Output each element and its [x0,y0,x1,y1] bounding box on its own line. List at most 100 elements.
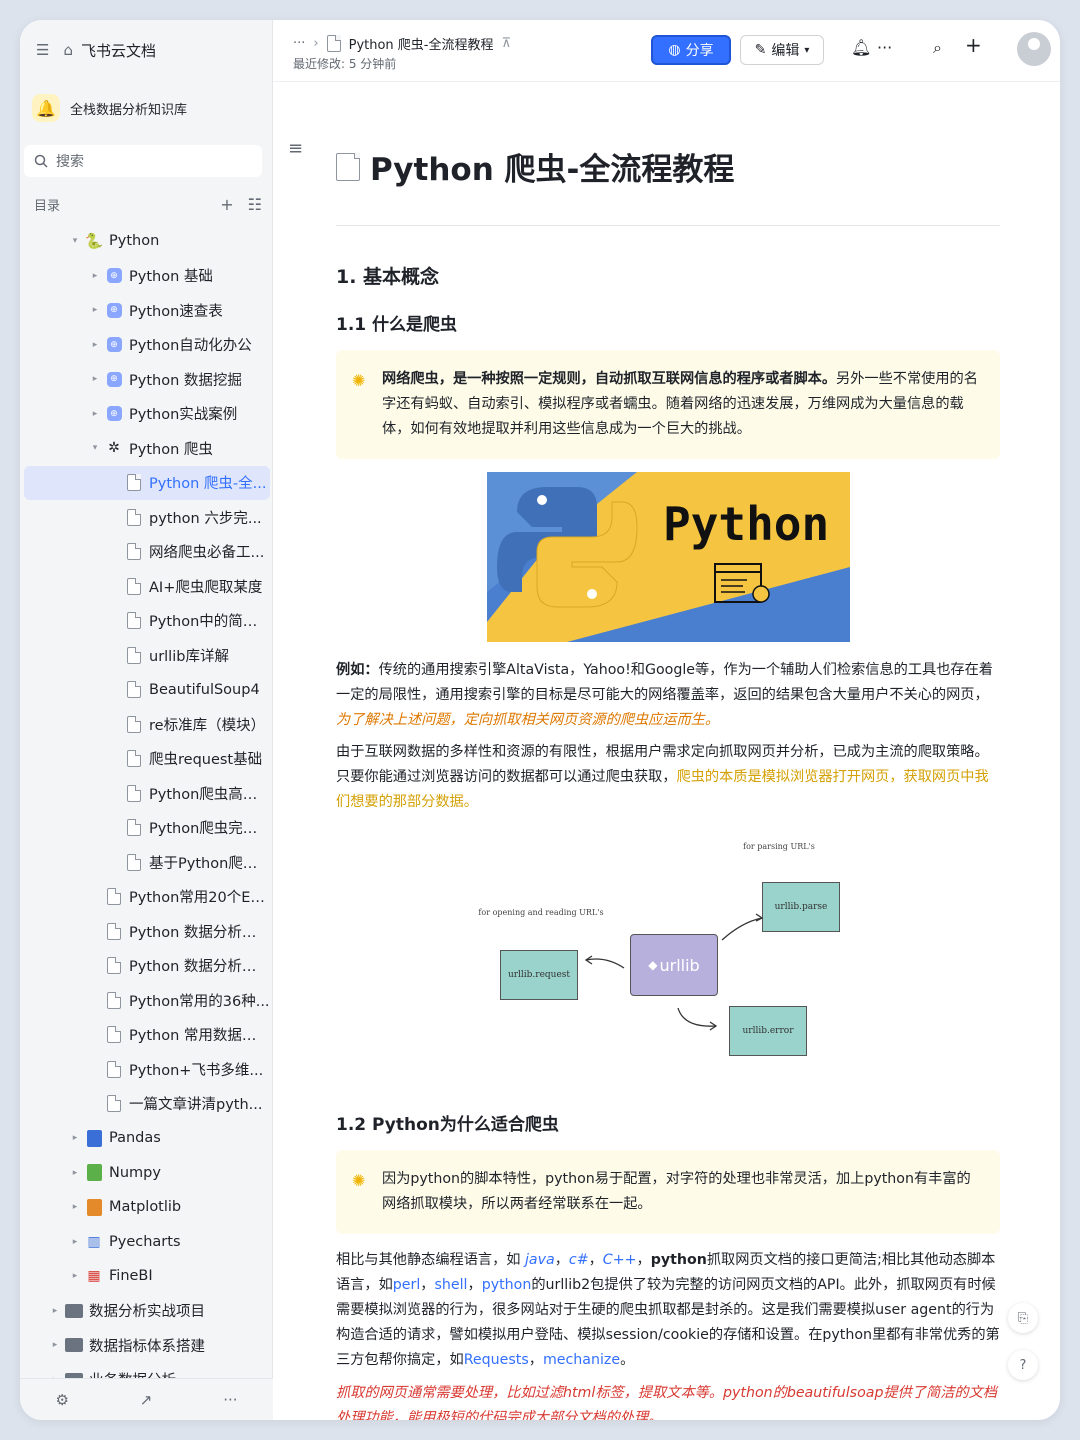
sidebar-item-label: 网络爬虫必备工... [149,545,265,562]
sidebar-item[interactable]: Python 爬虫-全... [24,465,270,500]
sidebar-item-label: Python实战案例 [129,407,238,424]
chevron-right-icon[interactable]: ▸ [68,1237,82,1247]
help-button[interactable]: ? [1008,1350,1038,1380]
sidebar-item[interactable]: Python中的简单... [24,604,270,639]
sidebar-item[interactable]: AI+爬虫爬取某度 [24,569,270,604]
sidebar-item-label: Python爬虫高阶... [149,786,270,803]
knowledge-base-header[interactable]: 🔔 全栈数据分析知识库 [32,94,187,122]
sidebar-item-label: 数据分析实战项目 [89,1304,205,1321]
edit-mode-button[interactable]: ✎ 编辑 ▾ [740,35,824,65]
sidebar-item[interactable]: python 六步完... [24,500,270,535]
python-banner-svg: Python [487,472,850,642]
sidebar-item[interactable]: ▸ Numpy [24,1156,270,1191]
heading-1-1: 1.1 什么是爬虫 [336,315,458,335]
notification-bell-icon[interactable]: 🔔︎ [851,38,871,57]
collapse-sidebar-icon[interactable]: ☰ [36,41,49,59]
chevron-right-icon[interactable]: ▸ [68,1133,82,1143]
chevron-right-icon[interactable]: ▸ [68,1202,82,1212]
sidebar-item[interactable]: ▸ ▦ FineBI [24,1259,270,1294]
sidebar-item[interactable]: ▸ ⊕ Python 基础 [24,259,270,294]
sidebar-item[interactable]: BeautifulSoup4 [24,673,270,708]
sidebar-item[interactable]: ▸ 数据分析实战项目 [24,1294,270,1329]
perl-link[interactable]: perl [393,1277,421,1293]
chevron-right-icon[interactable]: ▸ [68,1168,82,1178]
sidebar-item[interactable]: ▸ ⊕ Python速查表 [24,293,270,328]
document-icon [127,508,141,526]
chevron-right-icon[interactable]: ▸ [88,374,102,384]
sidebar-item[interactable]: Python常用的36种... [24,983,270,1018]
item-icon-wrap [124,680,144,700]
item-icon-wrap [124,714,144,734]
requests-link[interactable]: Requests [464,1352,529,1368]
settings-icon[interactable]: ⚙ [55,1391,68,1409]
cpp-link[interactable]: C++ [603,1252,637,1268]
breadcrumb-doc-name[interactable]: Python 爬虫-全流程教程 [349,34,494,53]
sidebar-item[interactable]: Python 数据分析与... [24,914,270,949]
python-bold: python [650,1252,707,1268]
item-icon-wrap [64,1335,84,1355]
page-title-text[interactable]: Python 爬虫-全流程教程 [370,144,734,189]
item-icon-wrap [124,611,144,631]
item-icon-wrap: ▥ [84,1232,104,1252]
chevron-right-icon[interactable]: ▸ [88,271,102,281]
last-modified: 最近修改: 5 分钟前 [293,57,397,71]
sidebar-item[interactable]: Python爬虫完整... [24,811,270,846]
more-icon[interactable]: ··· [223,1391,237,1409]
sidebar-item[interactable]: ▾ 🐍 Python [24,224,270,259]
add-page-icon[interactable]: + [220,195,233,214]
avatar[interactable] [1017,32,1051,66]
breadcrumb-more[interactable]: ··· [293,36,305,51]
diagram-arrows [584,913,764,1031]
chevron-right-icon[interactable]: ▸ [48,1306,62,1316]
mechanize-link[interactable]: mechanize [543,1352,620,1368]
sidebar-item[interactable]: ▸ ▥ Pyecharts [24,1225,270,1260]
sidebar-item[interactable]: urllib库详解 [24,638,270,673]
chevron-right-icon[interactable]: ▸ [48,1340,62,1350]
sidebar-item[interactable]: ▸ Pandas [24,1121,270,1156]
java-link[interactable]: java [525,1252,555,1268]
chevron-down-icon[interactable]: ▾ [68,236,82,246]
csharp-link[interactable]: c# [569,1252,589,1268]
chevron-right-icon[interactable]: ▸ [88,340,102,350]
sidebar-item[interactable]: re标准库（模块） [24,707,270,742]
sidebar-item[interactable]: ▸ ⊕ Python实战案例 [24,397,270,432]
app-brand[interactable]: ⌂ 飞书云文档 [63,40,156,61]
sidebar-item[interactable]: ▾ ✲ Python 爬虫 [24,431,270,466]
shell-link[interactable]: shell [434,1277,467,1293]
sidebar-item[interactable]: 网络爬虫必备工... [24,535,270,570]
item-icon-wrap: ⊕ [104,369,124,389]
sidebar-search[interactable]: 搜索 [24,145,262,177]
sidebar-item[interactable]: ▸ ⊕ Python 数据挖掘 [24,362,270,397]
document-icon [127,543,141,561]
sidebar-item[interactable]: Python 数据分析与... [24,949,270,984]
calendar-icon: ▦ [87,1268,101,1285]
add-icon[interactable]: + [965,33,982,57]
python-link[interactable]: python [482,1277,532,1293]
sidebar-item[interactable]: Python爬虫高阶... [24,776,270,811]
sidebar-item[interactable]: ▸ ⊕ Python自动化办公 [24,328,270,363]
item-icon-wrap: ⊕ [104,300,124,320]
chevron-right-icon[interactable]: ▸ [88,305,102,315]
share-out-icon[interactable]: ↗ [140,1391,153,1409]
chevron-right-icon[interactable]: ▸ [88,409,102,419]
sidebar-item[interactable]: ▸ Matplotlib [24,1190,270,1225]
sidebar-item[interactable]: 基于Python爬取... [24,845,270,880]
chevron-right-icon[interactable]: ▸ [68,1271,82,1281]
sidebar-item[interactable]: 爬虫request基础 [24,742,270,777]
share-button[interactable]: ◍ 分享 [651,35,731,65]
doc-info-button[interactable]: ⎘ [1008,1303,1038,1333]
sidebar-item-label: Pyecharts [109,1233,181,1250]
search-doc-icon[interactable]: ⌕ [933,38,942,58]
outline-icon[interactable]: ≡ [288,138,303,159]
sidebar-item[interactable]: Python常用20个Ex... [24,880,270,915]
list-view-icon[interactable]: ☷ [248,195,262,214]
toc-header: 目录 + ☷ [34,195,262,214]
sidebar-item[interactable]: Python 常用数据结... [24,1018,270,1053]
sidebar-item[interactable]: Python+飞书多维... [24,1052,270,1087]
sidebar-item-label: urllib库详解 [149,648,229,665]
sidebar-item[interactable]: ▸ 数据指标体系搭建 [24,1328,270,1363]
sidebar-item[interactable]: 一篇文章讲清pyth... [24,1087,270,1122]
more-options-icon[interactable]: ··· [877,38,892,57]
pin-icon[interactable]: ⊼ [502,36,512,51]
chevron-down-icon[interactable]: ▾ [88,443,102,453]
